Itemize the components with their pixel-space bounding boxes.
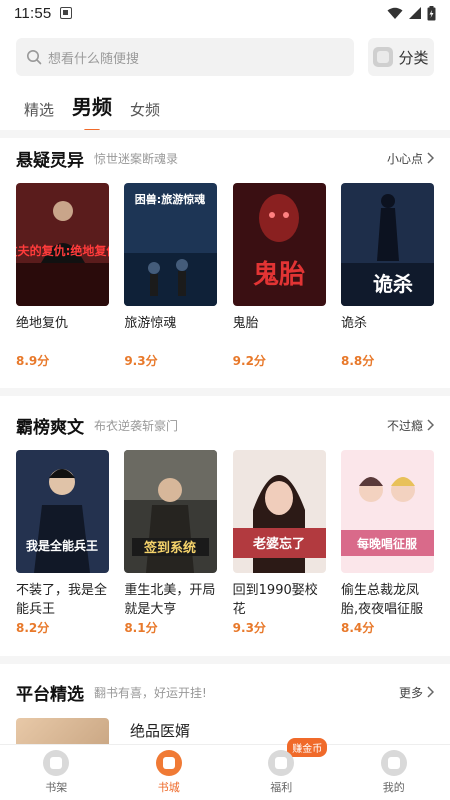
- book-score: 9.3分: [124, 354, 158, 368]
- nav-welfare[interactable]: 赚金币 福利: [251, 738, 328, 795]
- cover-text: 鬼胎: [253, 259, 305, 290]
- search-placeholder: 想看什么随便搜: [48, 51, 140, 67]
- book-score: 8.8分: [340, 354, 375, 368]
- book-title: 不装了，我是全能兵王: [16, 583, 108, 617]
- book-title: 偷生总裁龙凤胎,夜夜唱征服: [340, 583, 424, 617]
- book-card[interactable]: 我是全能兵王 不装了，我是全能兵王 8.2分: [16, 450, 109, 636]
- search-input[interactable]: 想看什么随便搜: [16, 38, 354, 76]
- section-more-link[interactable]: 更多: [399, 684, 434, 701]
- section-title: 悬疑灵异: [16, 150, 84, 171]
- book-cover: 诡杀: [340, 183, 434, 306]
- book-card[interactable]: 老婆忘了 回到1990娶校花 9.3分: [232, 450, 326, 636]
- section-header-platform: 平台精选 翻书有喜，好运开挂! 更多: [16, 679, 434, 705]
- book-cover: 鬼胎: [232, 183, 326, 306]
- book-title: 绝品医婿: [130, 722, 191, 740]
- cover-text: 每晚唱征服: [357, 536, 418, 551]
- bookshelf-icon: [43, 750, 70, 776]
- category-button[interactable]: 分类: [368, 38, 434, 76]
- book-cover: 困兽:旅游惊魂: [124, 183, 218, 306]
- book-score: 9.2分: [232, 354, 266, 368]
- chevron-right-icon: [427, 686, 434, 698]
- book-card[interactable]: 困兽:旅游惊魂 旅游惊魂 9.3分: [124, 183, 218, 369]
- book-title: 诡杀: [340, 316, 367, 331]
- section-title: 平台精选: [16, 684, 84, 705]
- battery-icon: [427, 5, 436, 20]
- book-score: 8.9分: [16, 354, 50, 368]
- category-icon: [373, 47, 394, 67]
- chevron-right-icon: [427, 419, 434, 431]
- notification-icon: [60, 7, 73, 19]
- section-title: 霸榜爽文: [16, 417, 84, 438]
- nav-profile[interactable]: 我的: [364, 750, 424, 795]
- section-more-link[interactable]: 小心点: [387, 150, 434, 167]
- book-card[interactable]: 鬼胎 鬼胎 9.2分: [232, 183, 326, 369]
- gift-icon: [268, 750, 295, 776]
- bookstore-icon: [155, 750, 182, 776]
- book-card[interactable]: 每晚唱征服 偷生总裁龙凤胎,夜夜唱征服 8.4分: [340, 450, 434, 636]
- book-cover: 我是全能兵王: [16, 450, 109, 573]
- wifi-icon: [387, 7, 403, 19]
- book-title: 重生北美，开局就是大亨: [124, 583, 216, 617]
- cover-text: 丈夫的复仇:绝地复仇: [16, 243, 109, 258]
- tab-female[interactable]: 女频: [130, 99, 160, 126]
- status-time: 11:55: [14, 4, 52, 22]
- status-bar: 11:55: [0, 0, 450, 26]
- book-title: 绝地复仇: [16, 316, 69, 331]
- bottom-nav: 书架 书城 赚金币 福利 我的: [0, 738, 450, 800]
- nav-label: 我的: [382, 781, 405, 794]
- divider: [0, 388, 450, 396]
- book-score: 8.4分: [340, 621, 375, 635]
- book-cover: 丈夫的复仇:绝地复仇: [16, 183, 109, 306]
- more-label: 更多: [398, 685, 423, 700]
- nav-label: 福利: [270, 781, 293, 794]
- earn-coins-badge: 赚金币: [287, 738, 328, 757]
- book-row-hot: 我是全能兵王 不装了，我是全能兵王 8.2分 签到系统 重生北美，开局就是大亨 …: [16, 450, 434, 636]
- search-icon: [27, 50, 42, 65]
- more-label: 不过瘾: [386, 418, 423, 433]
- cover-text: 诡杀: [373, 272, 413, 296]
- platform-book-item[interactable]: 绝品医婿: [16, 716, 434, 748]
- divider: [0, 130, 450, 138]
- divider: [0, 656, 450, 664]
- chevron-right-icon: [427, 152, 434, 164]
- cover-text: 困兽:旅游惊魂: [135, 192, 205, 206]
- book-cover: 每晚唱征服: [340, 450, 434, 573]
- nav-label: 书架: [45, 781, 68, 794]
- book-score: 9.3分: [232, 621, 266, 635]
- tab-featured[interactable]: 精选: [24, 99, 54, 126]
- book-cover: 签到系统: [124, 450, 218, 573]
- book-cover: 老婆忘了: [232, 450, 326, 573]
- book-card[interactable]: 签到系统 重生北美，开局就是大亨 8.1分: [124, 450, 218, 636]
- nav-label: 书城: [157, 781, 180, 794]
- category-label: 分类: [398, 48, 429, 67]
- profile-icon: [380, 750, 407, 776]
- section-more-link[interactable]: 不过瘾: [387, 417, 434, 434]
- section-subtitle: 翻书有喜，好运开挂!: [94, 685, 207, 700]
- section-header-hot: 霸榜爽文 布衣逆袭斩豪门 不过瘾: [16, 412, 434, 438]
- nav-bookstore[interactable]: 书城: [139, 750, 199, 795]
- signal-icon: [409, 6, 421, 19]
- book-score: 8.1分: [124, 621, 158, 635]
- channel-tabs: 精选 男频 女频: [24, 92, 160, 126]
- more-label: 小心点: [386, 151, 423, 166]
- book-title: 鬼胎: [232, 316, 259, 331]
- search-row: 想看什么随便搜 分类: [16, 38, 434, 76]
- book-score: 8.2分: [16, 621, 50, 635]
- cover-text: 签到系统: [143, 540, 196, 556]
- book-title: 回到1990娶校花: [232, 583, 318, 617]
- section-subtitle: 布衣逆袭斩豪门: [94, 418, 179, 433]
- book-card[interactable]: 丈夫的复仇:绝地复仇 绝地复仇 8.9分: [16, 183, 109, 369]
- cover-text: 老婆忘了: [252, 536, 305, 552]
- status-icons: [387, 5, 436, 21]
- tab-male[interactable]: 男频: [72, 91, 112, 126]
- book-title: 旅游惊魂: [124, 316, 177, 331]
- book-card[interactable]: 诡杀 诡杀 8.8分: [340, 183, 434, 369]
- section-subtitle: 惊世迷案断魂录: [94, 151, 179, 166]
- book-row-suspense: 丈夫的复仇:绝地复仇 绝地复仇 8.9分 困兽:旅游惊魂 旅游惊魂 9.3分: [16, 183, 434, 369]
- section-header-suspense: 悬疑灵异 惊世迷案断魂录 小心点: [16, 145, 434, 171]
- cover-text: 我是全能兵王: [26, 538, 98, 553]
- nav-bookshelf[interactable]: 书架: [26, 750, 86, 795]
